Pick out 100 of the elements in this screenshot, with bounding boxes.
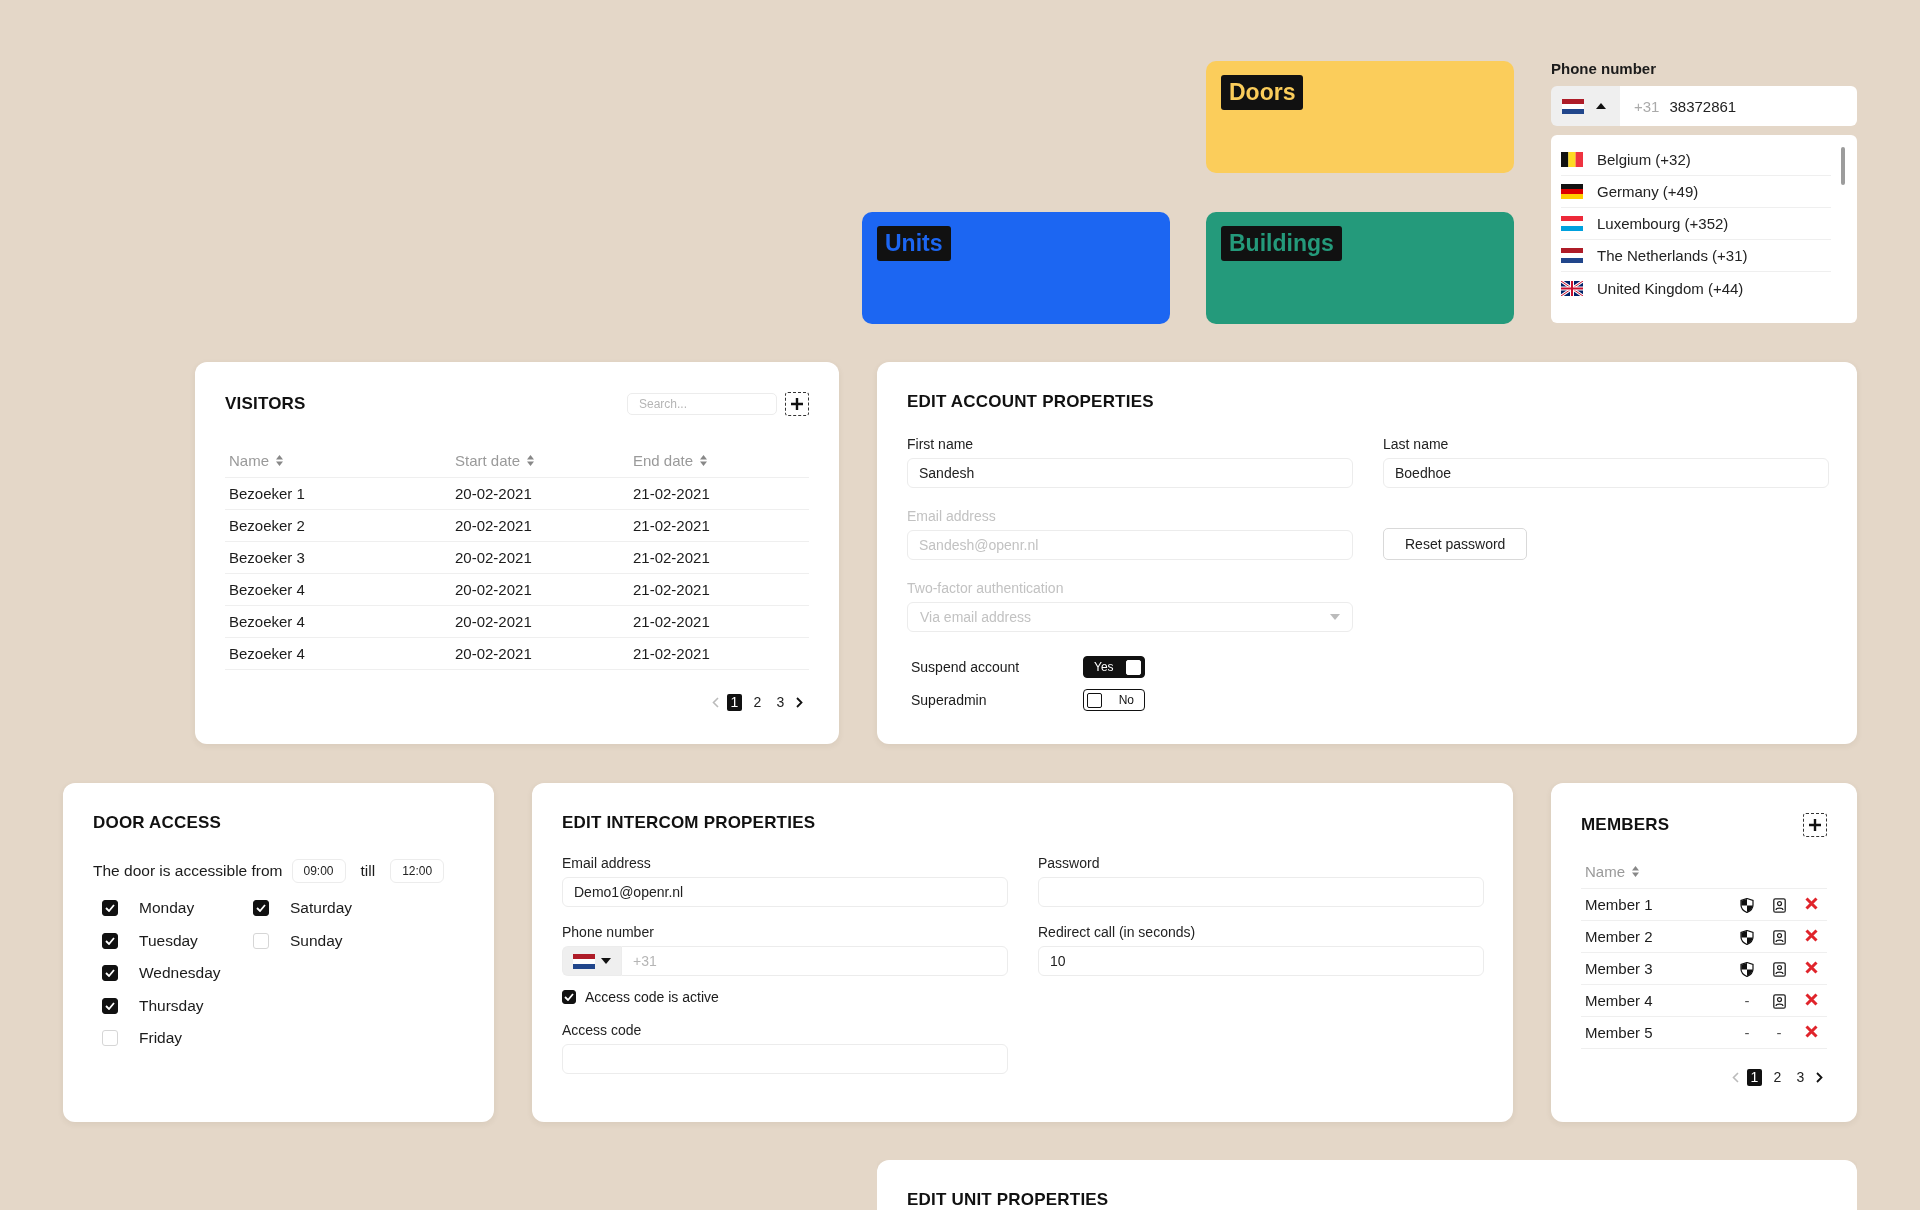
table-cell: Member 1: [1581, 888, 1731, 921]
tile[interactable]: Buildings: [1206, 212, 1514, 324]
flag-icon: [1561, 184, 1583, 199]
delete-button[interactable]: [1804, 1025, 1818, 1038]
table-cell: Bezoeker 3: [225, 541, 451, 574]
add-button[interactable]: [785, 392, 809, 416]
page-button[interactable]: 1: [1747, 1069, 1762, 1086]
field-label: Redirect call (in seconds): [1038, 924, 1197, 940]
empty-mark: -: [1776, 1024, 1782, 1041]
plus-icon: [1808, 818, 1822, 832]
search-field[interactable]: Search...: [627, 393, 777, 415]
add-button[interactable]: [1803, 813, 1827, 837]
close-icon: [1804, 993, 1818, 1006]
country-select-button[interactable]: [1551, 86, 1620, 126]
check-icon: [105, 1001, 115, 1010]
delete-button[interactable]: [1804, 897, 1818, 910]
phone-field[interactable]: +31: [621, 946, 1008, 976]
country-option[interactable]: Luxembourg (+352): [1597, 215, 1729, 232]
field-label: Phone number: [1551, 60, 1657, 77]
table-cell: Member 3: [1581, 952, 1731, 985]
sort-icon: [1632, 866, 1639, 877]
input-field[interactable]: Sandesh: [907, 458, 1353, 488]
card-title: EDIT INTERCOM PROPERTIES: [562, 813, 817, 833]
table-cell: 21-02-2021: [629, 637, 809, 670]
check-icon: [564, 993, 574, 1001]
table-cell: 20-02-2021: [451, 509, 629, 542]
close-icon: [1804, 929, 1818, 942]
table-cell: 20-02-2021: [451, 605, 629, 638]
close-icon: [1804, 961, 1818, 974]
phone-prefix: +31: [1620, 86, 1664, 126]
sort-icon: [700, 455, 708, 466]
checkbox[interactable]: [102, 900, 118, 917]
field-label: Phone number: [562, 924, 655, 940]
checkbox[interactable]: [253, 900, 269, 917]
flag-icon: [1561, 152, 1583, 167]
page-button[interactable]: 3: [1793, 1069, 1808, 1086]
tile[interactable]: Units: [862, 212, 1170, 324]
table-cell: Member 4: [1581, 984, 1731, 1017]
card-title: EDIT UNIT PROPERTIES: [907, 1190, 1110, 1210]
field-label: First name: [907, 436, 975, 452]
toggle-switch[interactable]: Yes: [1083, 656, 1145, 678]
flag-icon: [573, 953, 595, 969]
table-cell: 20-02-2021: [451, 637, 629, 670]
country-option[interactable]: Germany (+49): [1597, 183, 1699, 200]
table-cell: 21-02-2021: [629, 605, 809, 638]
page-button[interactable]: 3: [773, 694, 788, 711]
checkbox-label: Tuesday: [139, 931, 198, 950]
country-select-button[interactable]: [562, 946, 621, 976]
flag-icon: [1561, 280, 1583, 296]
scrollbar[interactable]: [1841, 147, 1845, 185]
page-button[interactable]: 2: [1770, 1069, 1785, 1086]
checkbox-label: Thursday: [139, 996, 204, 1015]
page-button[interactable]: 1: [727, 694, 742, 711]
next-page-icon[interactable]: [1816, 1072, 1823, 1083]
table-cell: Bezoeker 4: [225, 637, 451, 670]
delete-button[interactable]: [1804, 993, 1818, 1006]
close-icon: [1804, 1025, 1818, 1038]
delete-button[interactable]: [1804, 929, 1818, 942]
flag-icon: [1562, 98, 1584, 114]
table-cell: 20-02-2021: [451, 477, 629, 510]
table-cell: Member 2: [1581, 920, 1731, 953]
table-cell: Bezoeker 1: [225, 477, 451, 510]
country-option[interactable]: Belgium (+32): [1597, 151, 1691, 168]
time-field[interactable]: 09:00: [291, 859, 346, 883]
toggle-label: Suspend account: [911, 659, 1021, 675]
checkbox[interactable]: [102, 932, 118, 949]
input-field[interactable]: 10: [1038, 946, 1484, 976]
table-cell: 21-02-2021: [629, 573, 809, 606]
country-option[interactable]: The Netherlands (+31): [1597, 247, 1748, 264]
input-field[interactable]: Boedhoe: [1383, 458, 1829, 488]
time-field[interactable]: 12:00: [390, 859, 445, 883]
checkbox[interactable]: [562, 990, 576, 1004]
table-cell: Bezoeker 4: [225, 573, 451, 606]
tile-label: Units: [877, 226, 951, 261]
checkbox[interactable]: [102, 997, 118, 1014]
page-button[interactable]: 2: [750, 694, 765, 711]
checkbox-label: Access code is active: [585, 989, 719, 1005]
table-cell: Bezoeker 4: [225, 605, 451, 638]
checkbox[interactable]: [102, 965, 118, 982]
check-icon: [105, 904, 115, 913]
card-title: EDIT ACCOUNT PROPERTIES: [907, 392, 1155, 412]
delete-button[interactable]: [1804, 961, 1818, 974]
checkbox-label: Saturday: [290, 899, 353, 918]
country-option[interactable]: United Kingdom (+44): [1597, 279, 1744, 297]
field-label: Two-factor authentication: [907, 580, 1065, 596]
empty-mark: -: [1744, 1024, 1750, 1041]
checkbox-label: Sunday: [290, 931, 343, 950]
reset-password-button[interactable]: Reset password: [1383, 528, 1528, 560]
table-cell: 20-02-2021: [451, 573, 629, 606]
field-label: Email address: [562, 855, 652, 871]
table-cell: 21-02-2021: [629, 477, 809, 510]
field-label: Email address: [907, 508, 997, 524]
sentence-text: till: [360, 862, 376, 880]
phone-field[interactable]: 38372861: [1663, 86, 1857, 126]
tile[interactable]: Doors: [1206, 61, 1514, 173]
close-icon: [1804, 897, 1818, 910]
next-page-icon[interactable]: [796, 697, 803, 708]
checkbox-label: Monday: [139, 899, 195, 918]
input-field[interactable]: Demo1@openr.nl: [562, 877, 1008, 907]
toggle-switch[interactable]: No: [1083, 689, 1145, 711]
